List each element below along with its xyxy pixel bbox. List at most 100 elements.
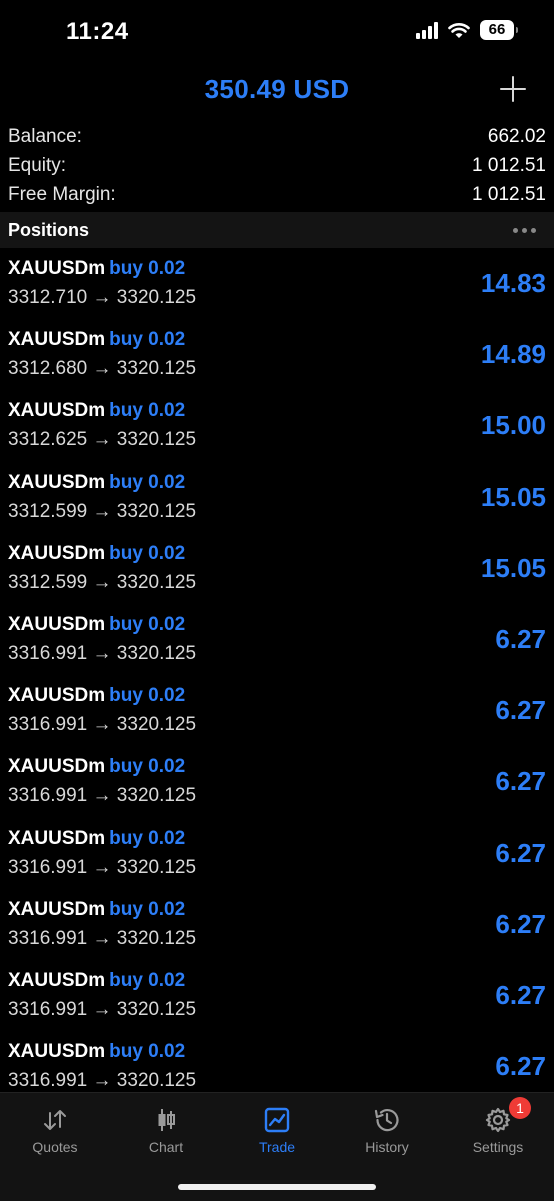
position-title: XAUUSDm buy 0.02 — [8, 685, 185, 707]
position-profit: 6.27 — [495, 695, 546, 726]
position-side: buy 0.02 — [109, 329, 186, 351]
summary-label: Equity: — [8, 155, 67, 176]
tab-settings[interactable]: 1 Settings — [443, 1093, 553, 1163]
position-profit: 6.27 — [495, 1051, 546, 1082]
position-title: XAUUSDm buy 0.02 — [8, 614, 185, 636]
position-symbol: XAUUSDm — [8, 329, 106, 351]
position-prices: 3316.991 → 3320.125 — [8, 998, 197, 1020]
tab-label: History — [365, 1139, 409, 1155]
position-title: XAUUSDm buy 0.02 — [8, 899, 185, 921]
summary-row-balance: Balance: 662.02 — [0, 122, 554, 151]
summary-row-free-margin: Free Margin: 1 012.51 — [0, 180, 554, 209]
position-side: buy 0.02 — [109, 685, 186, 707]
position-side: buy 0.02 — [109, 827, 186, 849]
tab-label: Quotes — [32, 1139, 78, 1155]
position-title: XAUUSDm buy 0.02 — [8, 329, 185, 351]
candlestick-chart-icon — [151, 1105, 181, 1135]
position-side: buy 0.02 — [109, 258, 186, 279]
position-prices: 3312.599 → 3320.125 — [8, 500, 197, 522]
trade-chart-icon — [262, 1105, 292, 1135]
positions-list: XAUUSDm buy 0.02 3312.710 → 3320.125 14.83 X… — [0, 250, 554, 1104]
summary-label: Balance: — [8, 126, 82, 147]
position-side: buy 0.02 — [109, 1041, 186, 1063]
tab-chart[interactable]: Chart — [111, 1093, 221, 1163]
position-symbol: XAUUSDm — [8, 969, 106, 991]
status-time: 11:24 — [66, 18, 129, 45]
total-profit-title: 350.49 USD — [204, 74, 350, 104]
position-symbol: XAUUSDm — [8, 1041, 106, 1063]
position-profit: 15.05 — [480, 552, 546, 583]
position-symbol: XAUUSDm — [8, 827, 106, 849]
battery-icon: 66 — [480, 20, 518, 40]
position-prices: 3312.680 → 3320.125 — [8, 358, 197, 380]
position-row[interactable]: XAUUSDm buy 0.02 3316.991 → 3320.125 6.27 — [0, 820, 554, 891]
position-title: XAUUSDm buy 0.02 — [8, 828, 185, 850]
tab-label: Chart — [148, 1139, 184, 1155]
position-profit: 14.89 — [480, 339, 546, 370]
position-profit: 15.00 — [480, 410, 546, 441]
position-side: buy 0.02 — [109, 969, 186, 991]
position-prices: 3312.710 → 3320.125 — [8, 287, 197, 308]
position-profit: 6.27 — [495, 837, 546, 868]
position-row[interactable]: XAUUSDm buy 0.02 3316.991 → 3320.125 6.27 — [0, 677, 554, 748]
home-indicator — [178, 1184, 376, 1190]
position-row[interactable]: XAUUSDm buy 0.02 3312.625 → 3320.125 15.00 — [0, 392, 554, 463]
position-prices: 3316.991 → 3320.125 — [8, 714, 197, 736]
position-prices: 3316.991 → 3320.125 — [8, 642, 197, 664]
position-symbol: XAUUSDm — [8, 898, 106, 920]
position-profit: 15.05 — [480, 481, 546, 512]
position-prices: 3316.991 → 3320.125 — [8, 856, 197, 878]
position-row[interactable]: XAUUSDm buy 0.02 3312.710 → 3320.125 14.83 — [0, 250, 554, 321]
position-profit: 6.27 — [495, 766, 546, 797]
position-symbol: XAUUSDm — [8, 613, 106, 635]
position-side: buy 0.02 — [109, 898, 186, 920]
positions-title: Positions — [8, 219, 90, 240]
quotes-arrows-icon — [40, 1105, 70, 1135]
tab-quotes[interactable]: Quotes — [0, 1093, 110, 1163]
tab-history[interactable]: History — [332, 1093, 442, 1163]
tab-trade[interactable]: Trade — [222, 1093, 332, 1163]
position-row[interactable]: XAUUSDm buy 0.02 3312.680 → 3320.125 14.89 — [0, 321, 554, 392]
position-row[interactable]: XAUUSDm buy 0.02 3316.991 → 3320.125 6.27 — [0, 606, 554, 677]
position-title: XAUUSDm buy 0.02 — [8, 1041, 185, 1063]
position-row[interactable]: XAUUSDm buy 0.02 3312.599 → 3320.125 15.05 — [0, 535, 554, 606]
add-order-button[interactable] — [498, 74, 528, 104]
position-title: XAUUSDm buy 0.02 — [8, 756, 185, 778]
position-symbol: XAUUSDm — [8, 542, 106, 564]
position-profit: 6.27 — [495, 623, 546, 654]
position-title: XAUUSDm buy 0.02 — [8, 472, 185, 494]
summary-value: 1 012.51 — [472, 184, 546, 205]
position-side: buy 0.02 — [109, 756, 186, 778]
position-row[interactable]: XAUUSDm buy 0.02 3316.991 → 3320.125 6.27 — [0, 748, 554, 819]
position-prices: 3316.991 → 3320.125 — [8, 927, 197, 949]
position-row[interactable]: XAUUSDm buy 0.02 3316.991 → 3320.125 6.27 — [0, 962, 554, 1033]
position-title: XAUUSDm buy 0.02 — [8, 400, 185, 422]
position-side: buy 0.02 — [109, 471, 186, 493]
position-profit: 14.83 — [480, 268, 546, 298]
summary-value: 1 012.51 — [472, 155, 546, 176]
position-symbol: XAUUSDm — [8, 258, 106, 279]
status-icons: 66 — [416, 20, 518, 40]
tab-label: Settings — [472, 1139, 524, 1155]
wifi-icon — [448, 22, 470, 39]
position-row[interactable]: XAUUSDm buy 0.02 3316.991 → 3320.125 6.27 — [0, 891, 554, 962]
position-prices: 3316.991 → 3320.125 — [8, 1070, 197, 1092]
history-clock-icon — [372, 1105, 402, 1135]
position-row[interactable]: XAUUSDm buy 0.02 3312.599 → 3320.125 15.05 — [0, 464, 554, 535]
position-side: buy 0.02 — [109, 613, 186, 635]
position-title: XAUUSDm buy 0.02 — [8, 543, 185, 565]
positions-header: Positions — [0, 212, 554, 248]
position-symbol: XAUUSDm — [8, 400, 106, 422]
position-prices: 3312.625 → 3320.125 — [8, 429, 197, 451]
account-summary: Balance: 662.02 Equity: 1 012.51 Free Ma… — [0, 122, 554, 209]
summary-value: 662.02 — [487, 126, 546, 147]
position-title: XAUUSDm buy 0.02 — [8, 970, 185, 992]
position-side: buy 0.02 — [109, 542, 186, 564]
position-title: XAUUSDm buy 0.02 — [8, 258, 185, 280]
summary-label: Free Margin: — [8, 184, 116, 205]
position-prices: 3316.991 → 3320.125 — [8, 785, 197, 807]
position-profit: 6.27 — [495, 908, 546, 939]
status-bar: 11:24 66 — [0, 0, 554, 62]
more-options-icon[interactable] — [513, 227, 536, 233]
summary-row-equity: Equity: 1 012.51 — [0, 151, 554, 180]
